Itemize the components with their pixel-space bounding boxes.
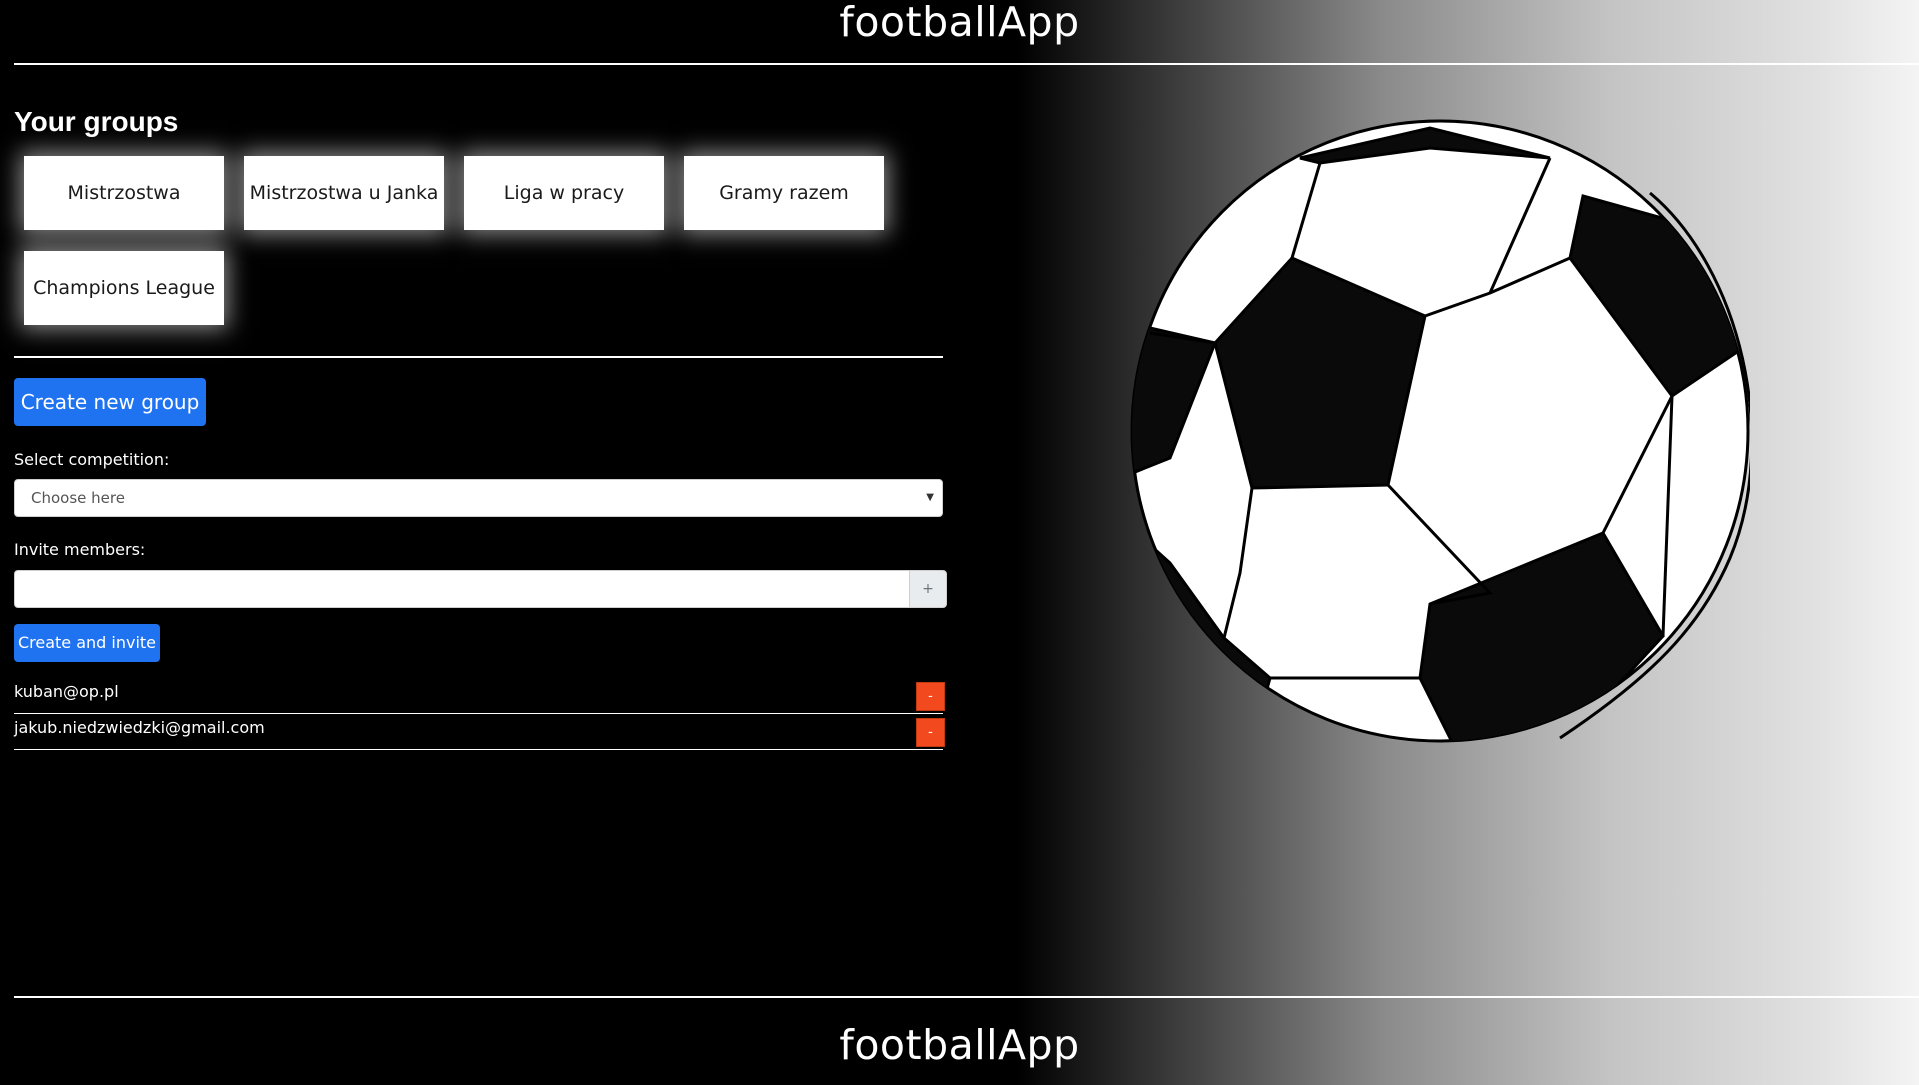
footer-title: footballApp: [839, 1021, 1080, 1069]
soccer-ball-icon: [1130, 119, 1750, 743]
header: footballApp: [0, 0, 1919, 64]
remove-member-button[interactable]: -: [916, 682, 945, 711]
group-card-mistrzostwa-u-janka[interactable]: Mistrzostwa u Janka: [244, 156, 444, 230]
group-card-champions-league[interactable]: Champions League: [24, 251, 224, 325]
competition-select[interactable]: Choose here ▼: [14, 479, 943, 517]
create-and-invite-button[interactable]: Create and invite: [14, 624, 160, 662]
app-title: footballApp: [839, 0, 1080, 46]
invite-email-input[interactable]: [14, 570, 910, 608]
group-card-mistrzostwa[interactable]: Mistrzostwa: [24, 156, 224, 230]
header-divider: [14, 63, 1919, 65]
groups-heading: Your groups: [14, 106, 179, 137]
invite-label: Invite members:: [14, 540, 146, 559]
competition-label: Select competition:: [14, 450, 170, 469]
section-divider: [14, 356, 943, 358]
competition-select-value: Choose here: [31, 489, 125, 507]
create-new-group-button[interactable]: Create new group: [14, 378, 206, 426]
chevron-down-icon: ▼: [926, 492, 934, 503]
member-email: jakub.niedzwiedzki@gmail.com: [14, 718, 265, 737]
group-card-liga-w-pracy[interactable]: Liga w pracy: [464, 156, 664, 230]
remove-member-button[interactable]: -: [916, 718, 945, 747]
add-member-button[interactable]: +: [909, 570, 947, 608]
member-row: jakub.niedzwiedzki@gmail.com -: [14, 714, 945, 750]
member-email: kuban@op.pl: [14, 682, 119, 701]
member-row: kuban@op.pl -: [14, 678, 945, 714]
group-card-gramy-razem[interactable]: Gramy razem: [684, 156, 884, 230]
footer-divider: [14, 996, 1919, 998]
